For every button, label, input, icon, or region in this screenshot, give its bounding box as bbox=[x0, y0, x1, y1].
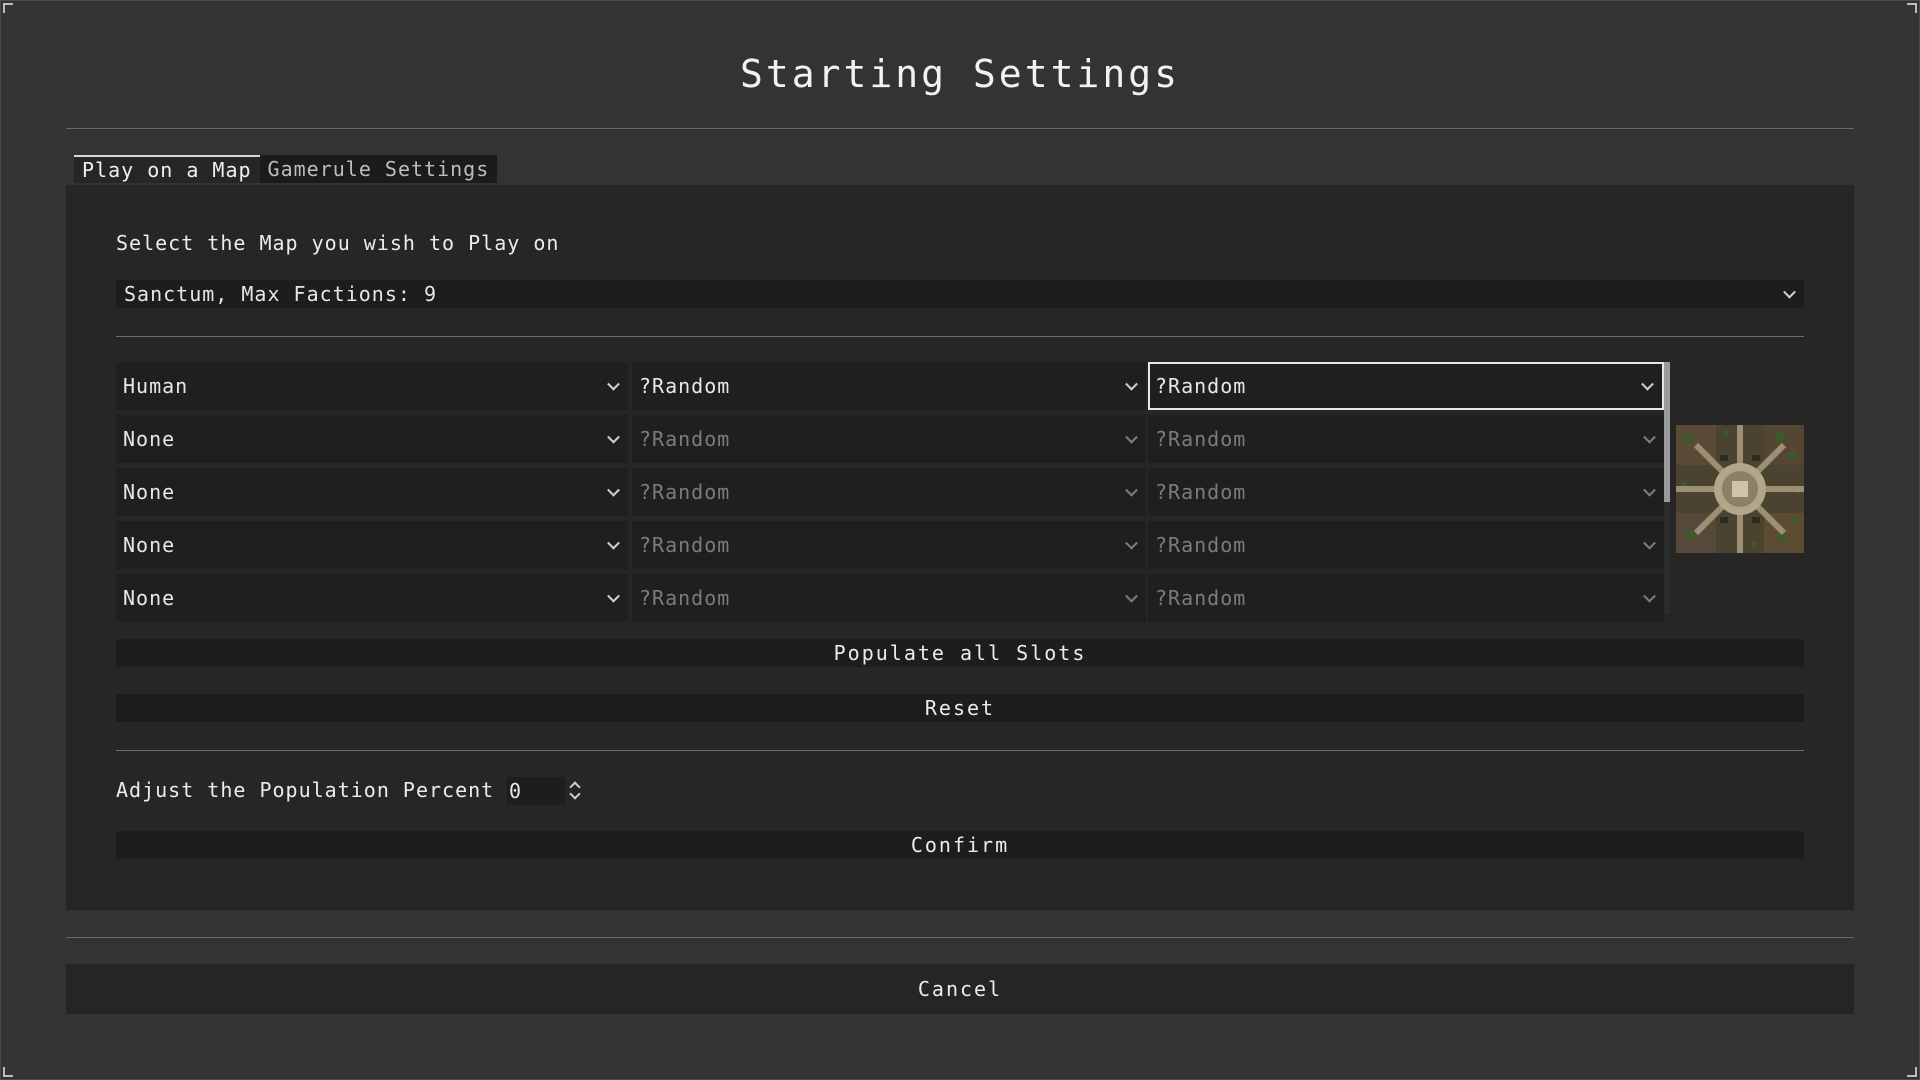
faction-value: ?Random bbox=[639, 480, 731, 504]
populate-all-slots-button[interactable]: Populate all Slots bbox=[116, 639, 1804, 667]
map-select-value: Sanctum, Max Factions: 9 bbox=[124, 282, 437, 306]
chevron-down-icon bbox=[607, 536, 620, 550]
chevron-down-icon bbox=[607, 377, 620, 391]
chevron-down-icon bbox=[1643, 536, 1656, 550]
player-type-value: None bbox=[123, 480, 176, 504]
tab-gamerule-settings[interactable]: Gamerule Settings bbox=[259, 155, 498, 183]
team-select[interactable]: ?Random bbox=[1148, 362, 1664, 410]
population-percent-input[interactable]: 0 bbox=[507, 777, 565, 805]
team-select[interactable]: ?Random bbox=[1148, 574, 1664, 622]
population-label: Adjust the Population Percent bbox=[116, 778, 495, 802]
divider bbox=[116, 750, 1804, 751]
map-thumbnail bbox=[1676, 425, 1804, 553]
player-type-value: None bbox=[123, 533, 176, 557]
faction-value: ?Random bbox=[639, 427, 731, 451]
resize-corner-icon bbox=[3, 3, 13, 13]
faction-select[interactable]: ?Random bbox=[632, 415, 1146, 463]
chevron-down-icon bbox=[1783, 285, 1796, 299]
team-value: ?Random bbox=[1155, 427, 1247, 451]
slot-row: None ?Random ?Random bbox=[116, 574, 1672, 622]
chevron-down-icon bbox=[1643, 589, 1656, 603]
faction-value: ?Random bbox=[639, 533, 731, 557]
player-type-select[interactable]: None bbox=[116, 521, 628, 569]
divider bbox=[66, 128, 1854, 129]
chevron-down-icon bbox=[1125, 483, 1138, 497]
player-type-value: None bbox=[123, 586, 176, 610]
team-value: ?Random bbox=[1155, 480, 1247, 504]
tab-bar: Play on a Map Gamerule Settings bbox=[74, 155, 498, 183]
faction-value: ?Random bbox=[639, 586, 731, 610]
faction-value: ?Random bbox=[639, 374, 731, 398]
chevron-down-icon bbox=[607, 430, 620, 444]
faction-select[interactable]: ?Random bbox=[632, 574, 1146, 622]
team-value: ?Random bbox=[1155, 374, 1247, 398]
team-value: ?Random bbox=[1155, 533, 1247, 557]
slot-row: None ?Random ?Random bbox=[116, 468, 1672, 516]
slot-row: None ?Random ?Random bbox=[116, 415, 1672, 463]
chevron-down-icon bbox=[1643, 483, 1656, 497]
chevron-down-icon bbox=[1643, 430, 1656, 444]
chevron-down-icon bbox=[607, 589, 620, 603]
slot-row: Human ?Random ?Random bbox=[116, 362, 1672, 410]
team-select[interactable]: ?Random bbox=[1148, 468, 1664, 516]
reset-button[interactable]: Reset bbox=[116, 694, 1804, 722]
map-select[interactable]: Sanctum, Max Factions: 9 bbox=[116, 280, 1804, 308]
map-prompt-label: Select the Map you wish to Play on bbox=[116, 231, 560, 255]
chevron-down-icon bbox=[1125, 536, 1138, 550]
slot-row: None ?Random ?Random bbox=[116, 521, 1672, 569]
dialog-title: Starting Settings bbox=[740, 52, 1180, 96]
team-select[interactable]: ?Random bbox=[1148, 415, 1664, 463]
chevron-down-icon bbox=[1125, 589, 1138, 603]
resize-corner-icon bbox=[3, 1067, 13, 1077]
player-type-select[interactable]: None bbox=[116, 574, 628, 622]
resize-corner-icon bbox=[1907, 3, 1917, 13]
team-value: ?Random bbox=[1155, 586, 1247, 610]
team-select[interactable]: ?Random bbox=[1148, 521, 1664, 569]
player-type-select[interactable]: Human bbox=[116, 362, 628, 410]
faction-select[interactable]: ?Random bbox=[632, 468, 1146, 516]
chevron-down-icon bbox=[1125, 377, 1138, 391]
cancel-button[interactable]: Cancel bbox=[66, 964, 1854, 1014]
chevron-down-icon bbox=[1641, 377, 1654, 391]
divider bbox=[66, 937, 1854, 938]
player-type-value: Human bbox=[123, 374, 189, 398]
player-type-select[interactable]: None bbox=[116, 468, 628, 516]
tab-play-on-map[interactable]: Play on a Map bbox=[74, 155, 260, 183]
slot-scrollbar[interactable] bbox=[1664, 362, 1670, 502]
player-type-select[interactable]: None bbox=[116, 415, 628, 463]
faction-select[interactable]: ?Random bbox=[632, 521, 1146, 569]
faction-select[interactable]: ?Random bbox=[632, 362, 1146, 410]
player-type-value: None bbox=[123, 427, 176, 451]
chevron-down-icon bbox=[607, 483, 620, 497]
chevron-down-icon bbox=[1125, 430, 1138, 444]
confirm-button[interactable]: Confirm bbox=[116, 831, 1804, 859]
resize-corner-icon bbox=[1907, 1067, 1917, 1077]
divider bbox=[116, 336, 1804, 337]
